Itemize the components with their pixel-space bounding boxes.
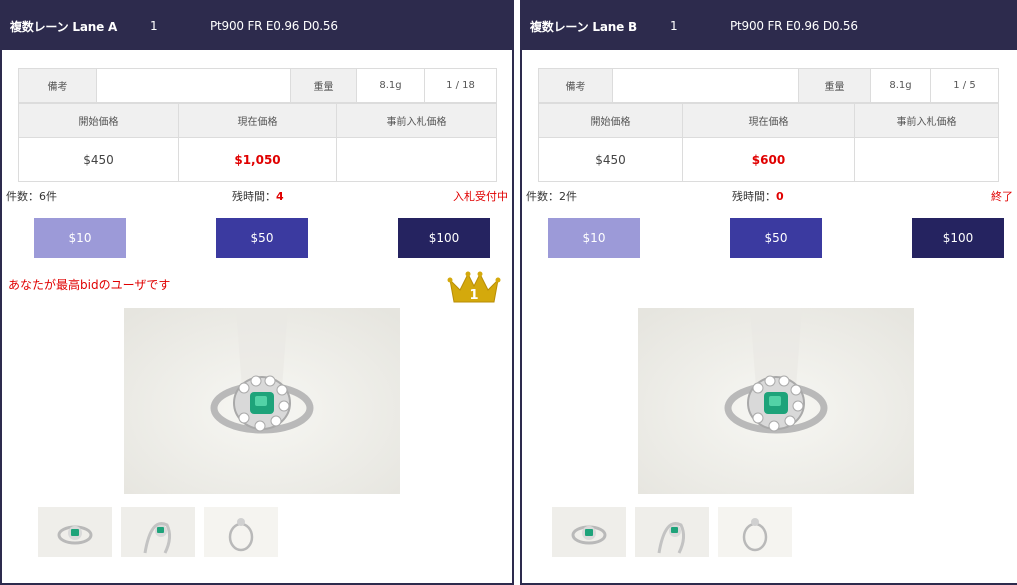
remaining-time: 残時間：4 <box>232 188 284 204</box>
prebid-price-value <box>854 137 999 182</box>
bid-50-button[interactable]: $50 <box>730 218 822 258</box>
ring-thumbnail-image <box>552 507 626 557</box>
start-price-value: $450 <box>538 137 683 182</box>
weight-value: 8.1g <box>356 68 425 103</box>
bid-50-button[interactable]: $50 <box>216 218 308 258</box>
remarks-label: 備考 <box>18 68 97 103</box>
thumbnail-2[interactable] <box>635 507 709 557</box>
weight-label: 重量 <box>290 68 357 103</box>
thumbnail-1[interactable] <box>552 507 626 557</box>
remaining-time-label: 残時間： <box>232 190 276 203</box>
weight-value: 8.1g <box>870 68 931 103</box>
lane-header: 複数レーン Lane A 1 Pt900 FR E0.96 D0.56 <box>2 2 512 50</box>
thumbnail-3[interactable] <box>718 507 792 557</box>
remarks-value <box>612 68 799 103</box>
ring-image <box>124 308 400 494</box>
lane-a-panel: 複数レーン Lane A 1 Pt900 FR E0.96 D0.56 備考 重… <box>0 0 514 585</box>
lot-number: 1 <box>150 19 158 33</box>
start-price-value: $450 <box>18 137 179 182</box>
ring-thumbnail-image <box>121 507 195 557</box>
thumbnail-1[interactable] <box>38 507 112 557</box>
auction-state: 入札受付中 <box>453 190 508 203</box>
crown-icon: 1 <box>447 271 501 303</box>
lane-title: 複数レーン Lane A <box>10 19 118 34</box>
ring-thumbnail-image <box>38 507 112 557</box>
prebid-price-value <box>336 137 497 182</box>
lot-count: 件数：6件 <box>6 190 57 203</box>
ring-thumbnail-image <box>718 507 792 557</box>
page-indicator: 1 / 18 <box>424 68 497 103</box>
bid-10-button[interactable]: $10 <box>34 218 126 258</box>
thumbnail-3[interactable] <box>204 507 278 557</box>
bid-100-button[interactable]: $100 <box>912 218 1004 258</box>
lane-b-panel: 複数レーン Lane B 1 Pt900 FR E0.96 D0.56 備考 重… <box>520 0 1017 585</box>
status-row: 件数：2件 残時間：0 終了 <box>526 188 1013 206</box>
item-description: Pt900 FR E0.96 D0.56 <box>730 19 858 33</box>
product-photo <box>124 308 400 494</box>
product-photo <box>638 308 914 494</box>
current-price-label: 現在価格 <box>178 103 337 138</box>
remaining-time-value: 0 <box>776 190 784 203</box>
ring-image <box>638 308 914 494</box>
bid-100-button[interactable]: $100 <box>398 218 490 258</box>
page-indicator: 1 / 5 <box>930 68 999 103</box>
highest-bidder-message: あなたが最高bidのユーザです <box>8 278 171 292</box>
bid-10-button[interactable]: $10 <box>548 218 640 258</box>
ring-thumbnail-image <box>204 507 278 557</box>
current-price-value: $1,050 <box>178 137 337 182</box>
prebid-price-label: 事前入札価格 <box>854 103 999 138</box>
start-price-label: 開始価格 <box>538 103 683 138</box>
status-row: 件数：6件 残時間：4 入札受付中 <box>6 188 508 206</box>
auction-state: 終了 <box>991 190 1013 203</box>
item-description: Pt900 FR E0.96 D0.56 <box>210 19 338 33</box>
thumbnail-2[interactable] <box>121 507 195 557</box>
lot-count: 件数：2件 <box>526 190 577 203</box>
current-price-label: 現在価格 <box>682 103 855 138</box>
price-table: 開始価格 現在価格 事前入札価格 $450 $1,050 <box>18 103 497 182</box>
remarks-label: 備考 <box>538 68 613 103</box>
remarks-value <box>96 68 291 103</box>
lane-title: 複数レーン Lane B <box>530 19 637 34</box>
weight-label: 重量 <box>798 68 871 103</box>
item-info-table: 備考 重量 8.1g 1 / 5 <box>538 68 999 103</box>
remaining-time-label: 残時間： <box>732 190 776 203</box>
lot-number: 1 <box>670 19 678 33</box>
ring-thumbnail-image <box>635 507 709 557</box>
remaining-time: 残時間：0 <box>732 188 784 204</box>
crown-rank: 1 <box>469 288 478 303</box>
start-price-label: 開始価格 <box>18 103 179 138</box>
lane-header: 複数レーン Lane B 1 Pt900 FR E0.96 D0.56 <box>522 2 1017 50</box>
remaining-time-value: 4 <box>276 190 284 203</box>
current-price-value: $600 <box>682 137 855 182</box>
prebid-price-label: 事前入札価格 <box>336 103 497 138</box>
item-info-table: 備考 重量 8.1g 1 / 18 <box>18 68 497 103</box>
price-table: 開始価格 現在価格 事前入札価格 $450 $600 <box>538 103 999 182</box>
